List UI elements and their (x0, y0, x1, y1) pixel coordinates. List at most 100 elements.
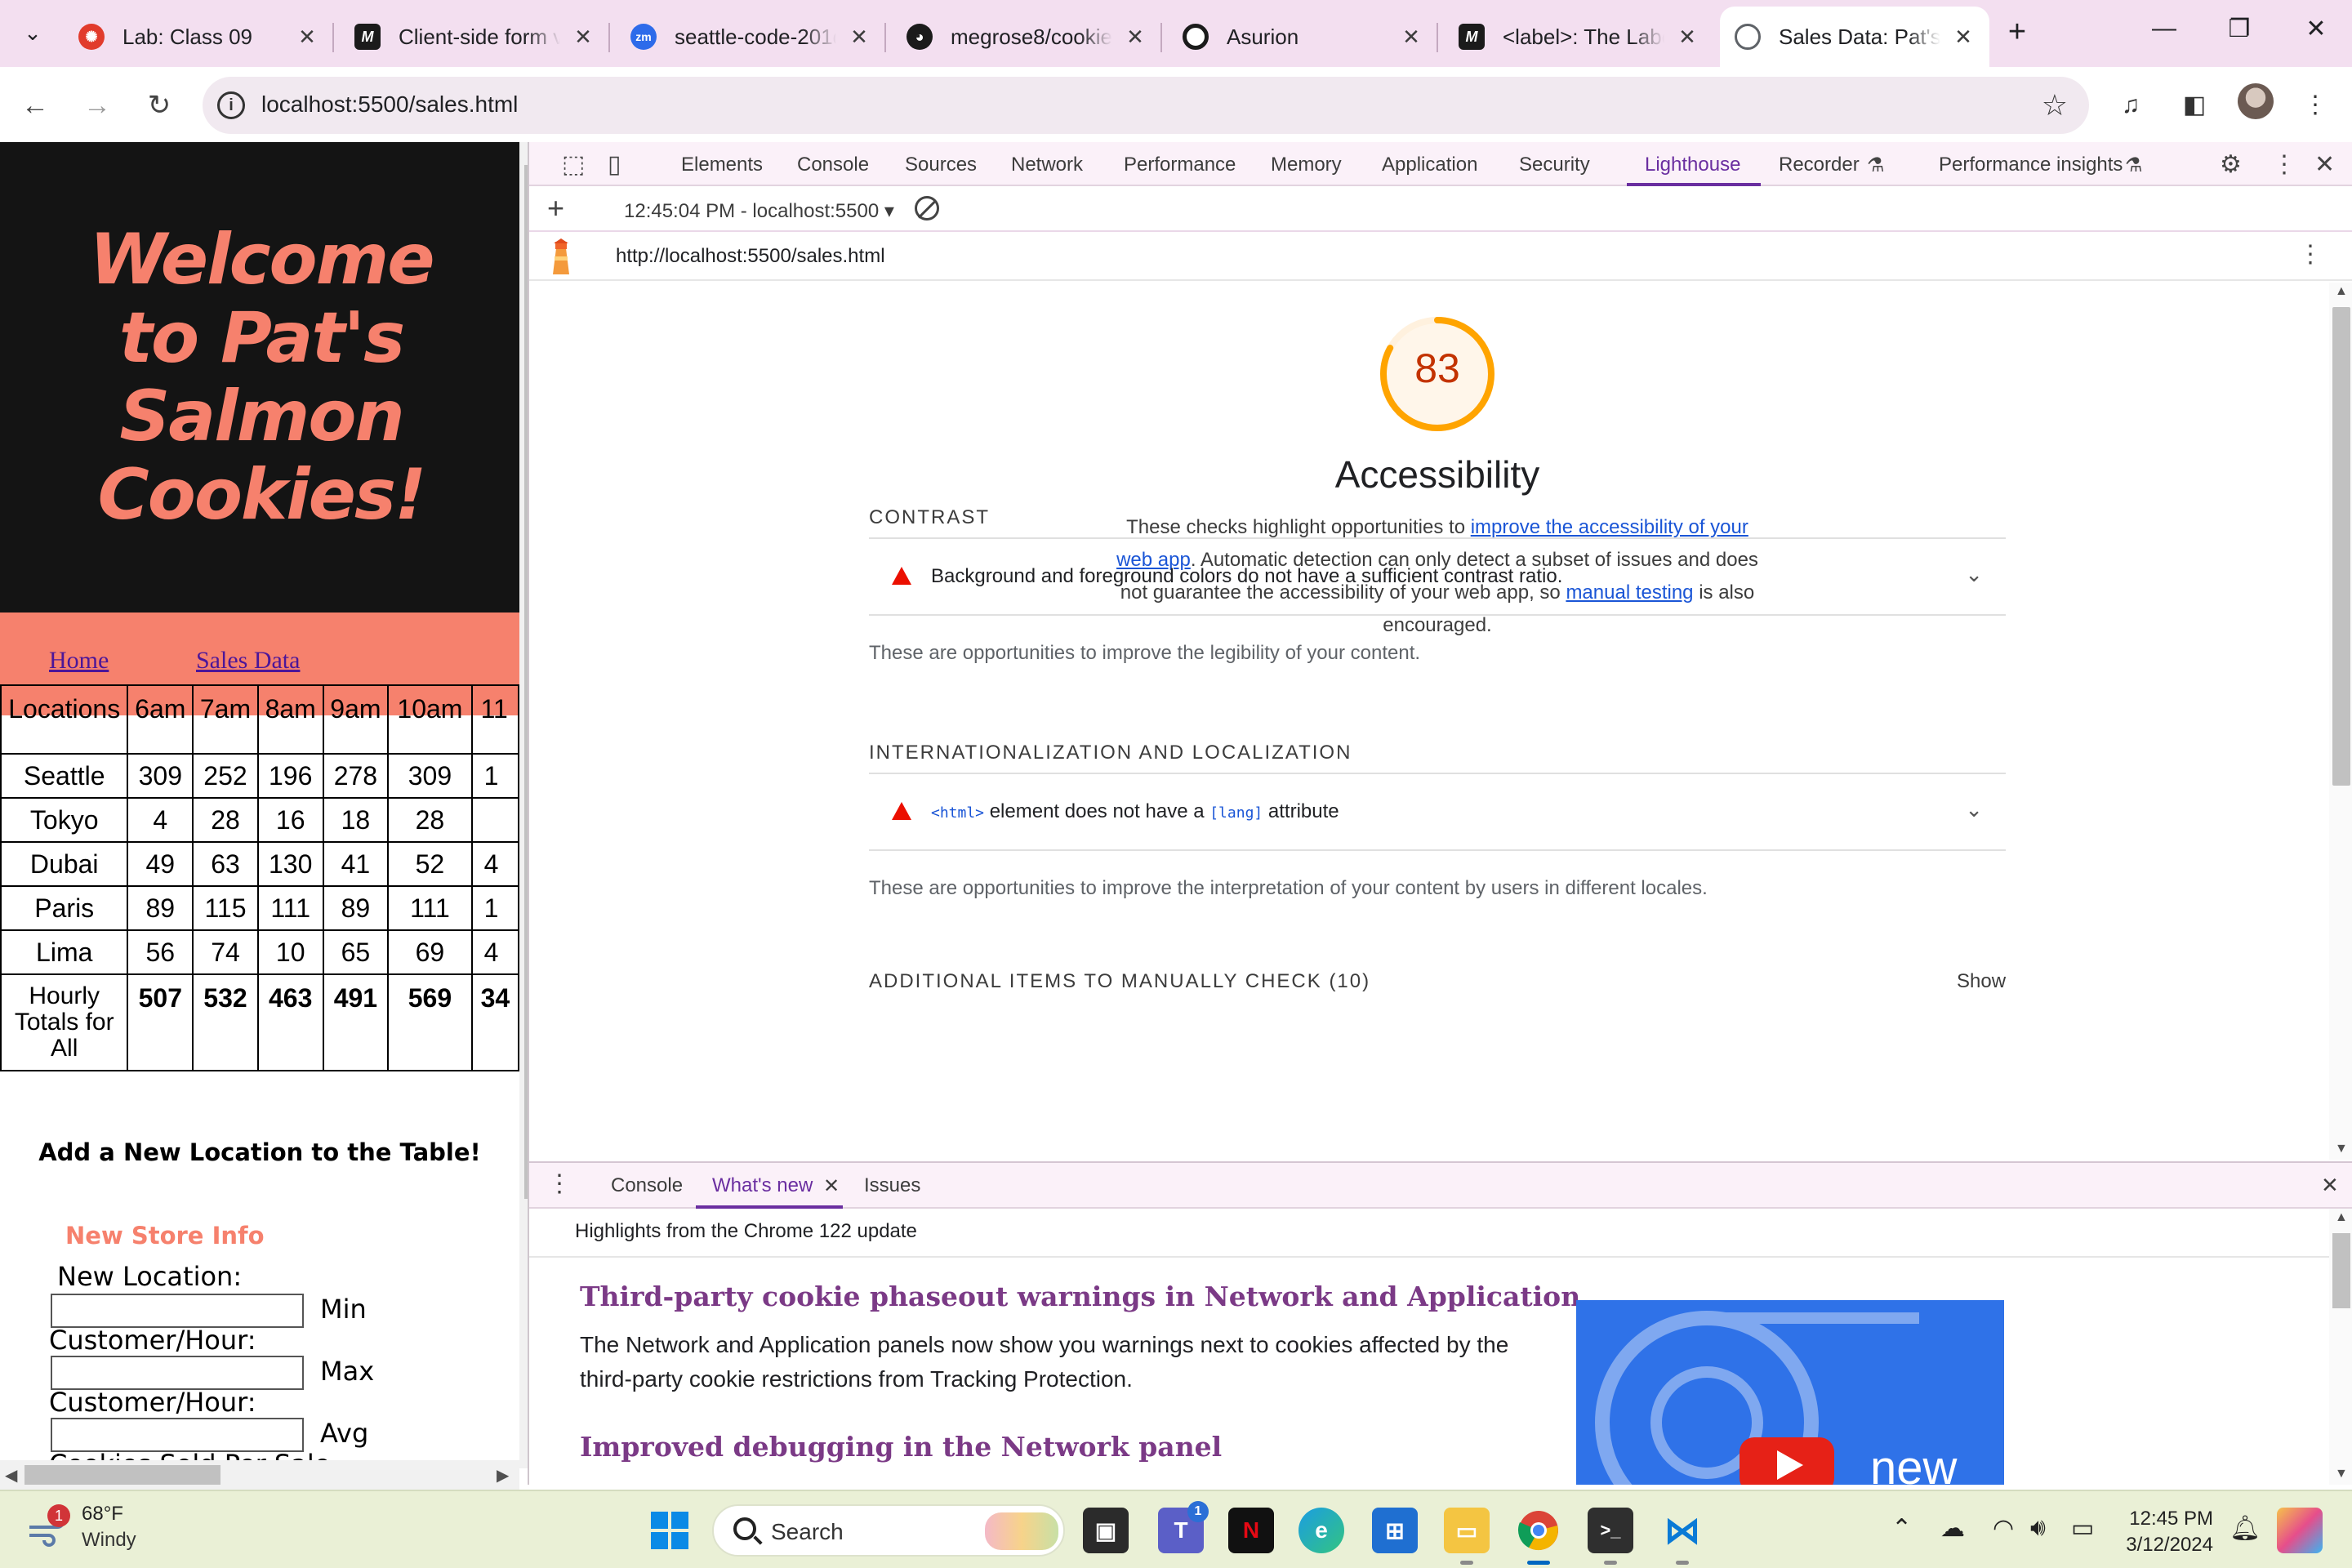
scroll-right-icon[interactable]: ▶ (497, 1465, 509, 1486)
edge-icon[interactable]: e (1298, 1508, 1344, 1553)
address-bar-url[interactable]: localhost:5500/sales.html (261, 91, 518, 118)
chrome-menu-icon[interactable]: ⋮ (2295, 85, 2336, 126)
show-hidden-icons-chevron[interactable]: ⌃ (1891, 1514, 1912, 1543)
scroll-down-icon[interactable]: ▼ (2335, 1142, 2348, 1156)
teams-icon[interactable]: T 1 (1158, 1501, 1209, 1553)
whats-new-heading-2[interactable]: Improved debugging in the Network panel (580, 1431, 1222, 1463)
bookmark-star-icon[interactable]: ☆ (2042, 88, 2068, 122)
chevron-down-icon[interactable]: ⌄ (1965, 797, 1983, 822)
clear-reports-icon[interactable] (915, 196, 939, 220)
devtools-tab-lighthouse[interactable]: Lighthouse (1645, 154, 1740, 176)
devtools-tab-application[interactable]: Application (1382, 154, 1477, 176)
drawer-tab-console[interactable]: Console (611, 1174, 683, 1197)
close-icon[interactable]: ✕ (572, 24, 595, 50)
wifi-icon[interactable]: ◠ (1993, 1514, 2014, 1543)
devtools-menu-icon[interactable]: ⋮ (2272, 150, 2296, 179)
close-icon[interactable]: ✕ (1952, 24, 1975, 50)
close-icon[interactable]: ✕ (848, 24, 871, 50)
close-devtools-icon[interactable]: ✕ (2314, 150, 2335, 179)
devtools-tab-recorder[interactable]: Recorder (1779, 154, 1860, 176)
tab-asurion[interactable]: Asurion ✕ (1168, 7, 1438, 67)
close-icon[interactable]: ✕ (1676, 24, 1699, 50)
minimize-button[interactable]: — (2140, 15, 2189, 42)
chevron-down-icon[interactable]: ⌄ (1965, 562, 1983, 587)
scrollbar-thumb[interactable] (2332, 1233, 2350, 1308)
tab-sales-data[interactable]: Sales Data: Pat's Salmon Cookies ✕ (1720, 7, 1989, 67)
vscode-icon[interactable]: ⋈ (1659, 1508, 1705, 1565)
devtools-tab-network[interactable]: Network (1011, 154, 1083, 176)
whats-new-heading-1[interactable]: Third-party cookie phaseout warnings in … (580, 1281, 1580, 1312)
battery-icon[interactable]: ▭ (2071, 1514, 2094, 1543)
drawer-menu-icon[interactable]: ⋮ (547, 1169, 572, 1198)
whats-new-video-thumbnail[interactable]: new (1576, 1300, 2004, 1485)
tab-cookie-stand[interactable]: ◕ megrose8/cookie-stand ✕ (892, 7, 1162, 67)
close-window-button[interactable]: ✕ (2292, 15, 2341, 43)
devtools-tab-memory[interactable]: Memory (1271, 154, 1342, 176)
close-icon[interactable]: ✕ (296, 24, 318, 50)
settings-gear-icon[interactable]: ⚙ (2220, 150, 2242, 179)
terminal-icon[interactable]: >_ (1588, 1508, 1633, 1565)
back-button[interactable]: ← (15, 85, 56, 126)
start-button[interactable] (647, 1508, 693, 1553)
devtools-tab-performance[interactable]: Performance (1124, 154, 1236, 176)
max-customers-input[interactable] (51, 1418, 304, 1452)
tab-label-element[interactable]: M <label>: The Label element ✕ (1444, 7, 1713, 67)
scroll-down-icon[interactable]: ▼ (2335, 1467, 2348, 1481)
profile-avatar[interactable] (2238, 83, 2274, 119)
file-explorer-icon[interactable]: ▭ (1444, 1508, 1490, 1565)
report-scrollbar[interactable]: ▲ ▼ (2329, 283, 2352, 1160)
media-controls-icon[interactable]: ♫ (2110, 85, 2151, 126)
close-tab-icon[interactable]: ✕ (823, 1174, 840, 1198)
device-toolbar-icon[interactable]: ▯ (608, 150, 621, 179)
chrome-icon[interactable] (1516, 1508, 1561, 1565)
task-view-icon[interactable]: ▣ (1083, 1508, 1129, 1553)
close-icon[interactable]: ✕ (1124, 24, 1147, 50)
min-customers-input[interactable] (51, 1356, 304, 1390)
site-info-icon[interactable]: i (217, 91, 245, 119)
drawer-tab-whats-new[interactable]: What's new (712, 1174, 813, 1197)
netflix-icon[interactable]: N (1228, 1508, 1274, 1553)
new-location-input[interactable] (51, 1294, 304, 1328)
devtools-tab-performance-insights[interactable]: Performance insights (1939, 154, 2123, 176)
weather-widget[interactable]: 1 68°F Windy (24, 1503, 136, 1552)
devtools-tab-security[interactable]: Security (1519, 154, 1590, 176)
scrollbar-thumb[interactable] (24, 1465, 220, 1485)
tab-search-button[interactable]: ⌄ (11, 10, 54, 56)
onedrive-cloud-icon[interactable]: ☁ (1940, 1514, 1965, 1543)
close-drawer-icon[interactable]: ✕ (2321, 1173, 2339, 1198)
scroll-left-icon[interactable]: ◀ (5, 1465, 17, 1486)
scroll-up-icon[interactable]: ▲ (2335, 284, 2348, 299)
store-icon[interactable]: ⊞ (1372, 1508, 1418, 1553)
audit-color-contrast[interactable]: Background and foreground colors do not … (869, 537, 2006, 616)
tab-lab-class-09[interactable]: ✺ Lab: Class 09 ✕ (64, 7, 334, 67)
devtools-tab-sources[interactable]: Sources (905, 154, 977, 176)
nav-link-home[interactable]: Home (49, 647, 109, 675)
volume-icon[interactable]: 🔊︎ (2030, 1514, 2046, 1542)
drawer-tab-issues[interactable]: Issues (864, 1174, 920, 1197)
copilot-icon[interactable] (2277, 1508, 2323, 1553)
report-menu-icon[interactable]: ⋮ (2298, 240, 2323, 269)
new-tab-button[interactable]: + (1998, 13, 2037, 52)
scroll-up-icon[interactable]: ▲ (2335, 1210, 2348, 1225)
forward-button[interactable]: → (77, 85, 118, 126)
new-report-button[interactable]: + (547, 191, 564, 225)
tab-form-validation[interactable]: M Client-side form validation ✕ (340, 7, 610, 67)
devtools-tab-elements[interactable]: Elements (681, 154, 763, 176)
close-icon[interactable]: ✕ (1400, 24, 1423, 50)
side-panel-icon[interactable]: ◧ (2174, 85, 2215, 126)
address-bar[interactable]: i localhost:5500/sales.html ☆ (203, 77, 2089, 134)
taskbar-clock[interactable]: 12:45 PM 3/12/2024 (2115, 1506, 2213, 1558)
restore-button[interactable]: ❐ (2215, 15, 2264, 43)
taskbar-search[interactable]: Search (712, 1504, 1065, 1557)
tab-seattle-code[interactable]: zm seattle-code-201d ✕ (616, 7, 886, 67)
inspect-element-icon[interactable]: ⬚ (562, 150, 585, 179)
audit-html-has-lang[interactable]: <html> element does not have a [lang] at… (869, 773, 2006, 851)
drawer-scrollbar[interactable]: ▲ ▼ (2329, 1209, 2352, 1485)
page-horizontal-scrollbar[interactable]: ◀ ▶ (0, 1460, 519, 1490)
nav-link-sales-data[interactable]: Sales Data (196, 647, 300, 675)
reload-button[interactable]: ↻ (139, 85, 180, 126)
scrollbar-thumb[interactable] (2332, 307, 2350, 786)
show-manual-button[interactable]: Show (1957, 970, 2006, 993)
report-selector[interactable]: 12:45:04 PM - localhost:5500 ▾ (624, 199, 894, 223)
notification-bell-icon[interactable]: 🔔︎ (2230, 1514, 2261, 1543)
